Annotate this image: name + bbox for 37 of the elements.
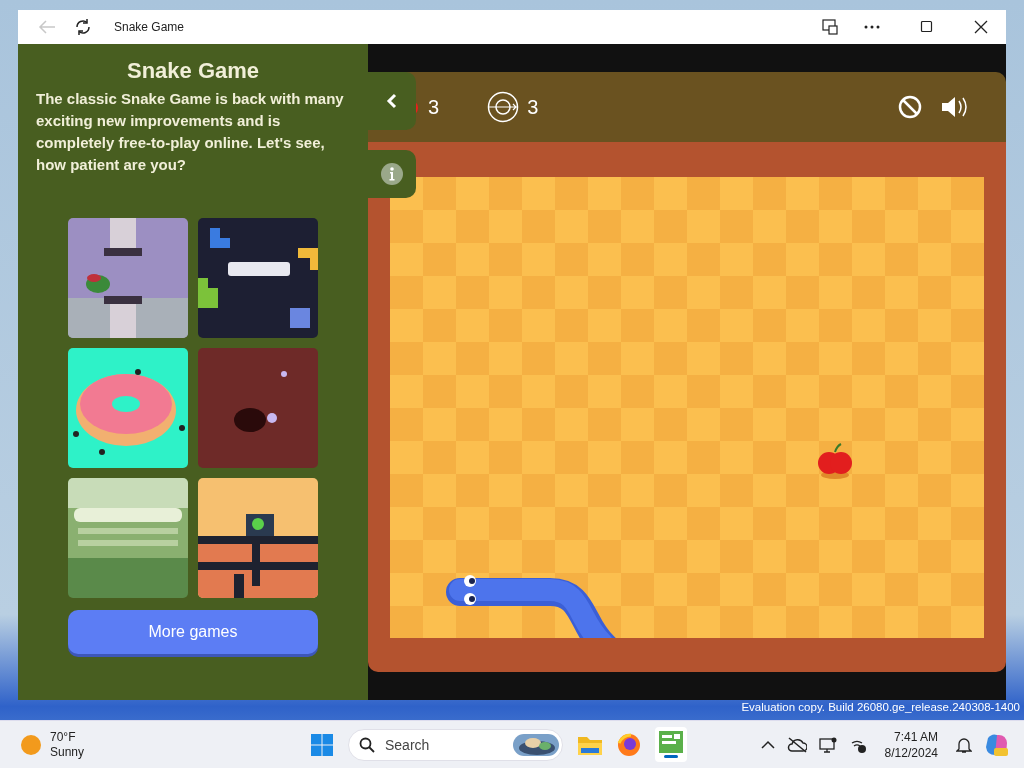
window-title: Snake Game <box>114 20 185 34</box>
apple-count: 3 <box>428 95 440 119</box>
apple-icon <box>818 443 852 479</box>
weather-temperature[interactable]: 70°F <box>50 729 85 745</box>
speaker-icon[interactable] <box>940 94 970 120</box>
refresh-icon[interactable] <box>74 18 92 36</box>
collapse-tab[interactable] <box>368 72 416 130</box>
chevron-up-icon[interactable] <box>760 739 775 750</box>
info-icon <box>380 162 404 186</box>
search-icon <box>359 736 375 753</box>
app-icon <box>659 731 683 753</box>
weather-condition[interactable]: Sunny <box>50 744 85 760</box>
more-games-button[interactable]: More games <box>68 610 318 654</box>
app-taskbar-button[interactable] <box>655 727 687 762</box>
bell-icon[interactable] <box>956 735 972 754</box>
build-watermark-text: Evaluation copy. Build 26080.ge_release.240308-1400 <box>741 701 1020 715</box>
close-icon[interactable] <box>974 20 988 34</box>
cast-icon[interactable] <box>822 19 838 35</box>
browser-icon[interactable] <box>617 732 641 757</box>
search-bar[interactable]: Search <box>348 728 563 761</box>
cloud-off-icon[interactable] <box>786 736 807 753</box>
info-tab[interactable] <box>368 150 416 198</box>
chevron-left-icon <box>386 93 398 109</box>
target-icon <box>487 91 520 123</box>
game-description: The classic Snake Game is back with many exciting new improvements and is completely free-to-play online. Let's see, how patient are you? <box>36 89 345 175</box>
sun-icon <box>20 733 42 756</box>
game-board[interactable] <box>390 177 984 638</box>
search-field[interactable]: Search <box>383 735 505 754</box>
start-icon[interactable] <box>310 732 334 757</box>
maximize-icon[interactable] <box>920 20 934 34</box>
copilot-icon[interactable] <box>984 731 1010 758</box>
display-icon[interactable] <box>818 736 837 753</box>
block-icon[interactable] <box>898 95 922 119</box>
sidebar-title: Snake Game <box>126 58 260 84</box>
clock-date[interactable]: 8/12/2024 <box>884 744 938 761</box>
target-count: 3 <box>527 95 539 119</box>
clock-time[interactable]: 7:41 AM <box>893 728 938 745</box>
